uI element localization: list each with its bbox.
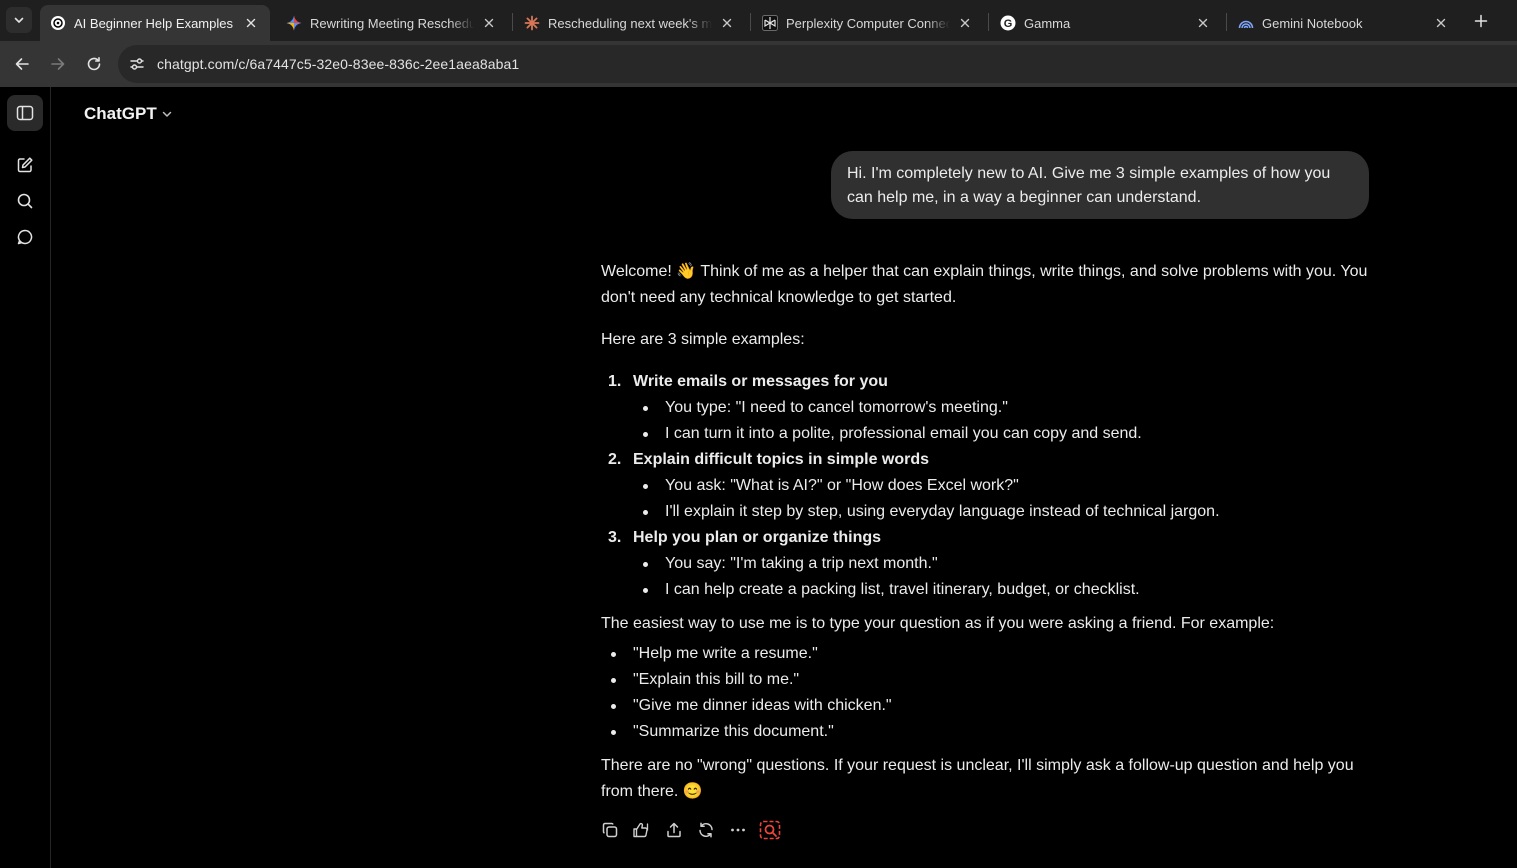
model-selector[interactable]: ChatGPT — [84, 101, 173, 127]
reload-icon — [87, 57, 101, 71]
example-bullet: You ask: "What is AI?" or "How does Exce… — [601, 473, 1371, 499]
close-icon[interactable] — [1432, 14, 1450, 32]
example-bullet: I'll explain it step by step, using ever… — [601, 499, 1371, 525]
screenshot-icon — [759, 820, 781, 840]
tab-separator — [750, 13, 751, 31]
tab-separator — [988, 13, 989, 31]
example-number: 3. — [608, 529, 622, 546]
tab-rescheduling-next-week[interactable]: Rescheduling next week's mee — [514, 5, 746, 41]
prompt-example: "Summarize this document." — [601, 719, 1371, 745]
answer-easiest: The easiest way to use me is to type you… — [601, 615, 1275, 632]
forward-button[interactable] — [44, 50, 72, 78]
example-item: 1. Write emails or messages for you — [601, 369, 1371, 395]
example-bullet: I can help create a packing list, travel… — [601, 577, 1371, 603]
thumbs-icon — [633, 822, 649, 838]
tab-title: Gemini Notebook — [1262, 15, 1363, 31]
compose-icon — [17, 157, 33, 173]
model-label: ChatGPT — [84, 104, 157, 123]
sidebar-icon — [16, 105, 34, 121]
regenerate-button[interactable] — [694, 818, 718, 842]
tab-separator — [1226, 13, 1227, 31]
answer-lead: Here are 3 simple examples: — [601, 331, 805, 348]
feedback-button[interactable] — [630, 818, 654, 842]
user-message: Hi. I'm completely new to AI. Give me 3 … — [831, 151, 1369, 219]
copy-button[interactable] — [598, 818, 622, 842]
close-icon[interactable] — [718, 14, 736, 32]
example-bullet: I can turn it into a polite, professiona… — [601, 421, 1371, 447]
toggle-sidebar-button[interactable] — [7, 95, 43, 131]
search-icon — [17, 193, 33, 209]
chat-bubble-icon — [17, 229, 33, 245]
message-actions — [598, 818, 790, 842]
tab-separator — [512, 13, 513, 31]
tab-gemini-notebook[interactable]: Gemini Notebook — [1228, 5, 1460, 41]
tab-title: Rescheduling next week's mee — [548, 15, 712, 31]
svg-text:G: G — [1004, 18, 1013, 30]
chats-button[interactable] — [7, 219, 43, 255]
refresh-icon — [699, 822, 713, 838]
share-button[interactable] — [662, 818, 686, 842]
browser-tab-strip: AI Beginner Help Examples Rewriting Meet… — [0, 0, 1517, 41]
tab-title: AI Beginner Help Examples — [74, 15, 233, 31]
tune-icon — [130, 58, 144, 70]
perplexity-icon — [762, 15, 778, 31]
sidebar-rail — [0, 87, 51, 868]
example-number: 2. — [608, 451, 622, 468]
url-text[interactable]: chatgpt.com/c/6a7447c5-32e0-83ee-836c-2e… — [157, 56, 519, 72]
assistant-message: Welcome! 👋 Think of me as a helper that … — [601, 259, 1371, 805]
example-title: Help you plan or organize things — [633, 529, 882, 546]
example-number: 1. — [608, 373, 622, 390]
example-title: Explain difficult topics in simple words — [633, 451, 930, 468]
google-icon: G — [1000, 15, 1016, 31]
new-tab-button[interactable] — [1468, 8, 1494, 34]
copy-icon — [602, 822, 618, 838]
site-info-button[interactable] — [122, 49, 152, 79]
plus-icon — [1474, 14, 1488, 28]
browser-toolbar: chatgpt.com/c/6a7447c5-32e0-83ee-836c-2e… — [0, 41, 1517, 87]
tab-search-button[interactable] — [6, 7, 32, 33]
example-item: 2. Explain difficult topics in simple wo… — [601, 447, 1371, 473]
example-title: Write emails or messages for you — [633, 373, 888, 390]
tab-perplexity-computer[interactable]: Perplexity Computer Connecto — [752, 5, 984, 41]
reload-button[interactable] — [80, 50, 108, 78]
chevron-down-icon — [14, 17, 24, 23]
arrow-right-icon — [51, 58, 65, 70]
example-bullet: You say: "I'm taking a trip next month." — [601, 551, 1371, 577]
close-icon[interactable] — [956, 14, 974, 32]
close-icon[interactable] — [1194, 14, 1212, 32]
answer-closing: There are no "wrong" questions. If your … — [601, 757, 1354, 800]
claude-icon — [524, 15, 540, 31]
share-icon — [667, 822, 681, 838]
close-icon[interactable] — [242, 14, 260, 32]
chatgpt-icon — [50, 15, 66, 31]
tab-rewriting-meeting[interactable]: Rewriting Meeting Reschedule — [276, 5, 508, 41]
gemini-icon — [286, 15, 302, 31]
capture-extension-button[interactable] — [758, 818, 782, 842]
answer-intro: Welcome! 👋 Think of me as a helper that … — [601, 263, 1368, 306]
chevron-down-icon — [161, 108, 173, 120]
tab-title: Gamma — [1024, 15, 1071, 31]
notebook-icon — [1238, 15, 1254, 31]
more-options-button[interactable] — [726, 818, 750, 842]
address-bar[interactable]: chatgpt.com/c/6a7447c5-32e0-83ee-836c-2e… — [118, 45, 1517, 83]
search-chats-button[interactable] — [7, 183, 43, 219]
prompt-example: "Explain this bill to me." — [601, 667, 1371, 693]
back-button[interactable] — [8, 50, 36, 78]
tab-gamma[interactable]: G Gamma — [990, 5, 1222, 41]
example-bullet: You type: "I need to cancel tomorrow's m… — [601, 395, 1371, 421]
tab-title: Perplexity Computer Connecto — [786, 15, 950, 31]
close-icon[interactable] — [480, 14, 498, 32]
tab-ai-beginner-help[interactable]: AI Beginner Help Examples — [40, 5, 270, 41]
prompt-example: "Help me write a resume." — [601, 641, 1371, 667]
new-chat-button[interactable] — [7, 147, 43, 183]
example-item: 3. Help you plan or organize things — [601, 525, 1371, 551]
arrow-left-icon — [15, 58, 29, 70]
more-icon — [731, 828, 745, 832]
prompt-example: "Give me dinner ideas with chicken." — [601, 693, 1371, 719]
tab-title: Rewriting Meeting Reschedule — [310, 15, 474, 31]
